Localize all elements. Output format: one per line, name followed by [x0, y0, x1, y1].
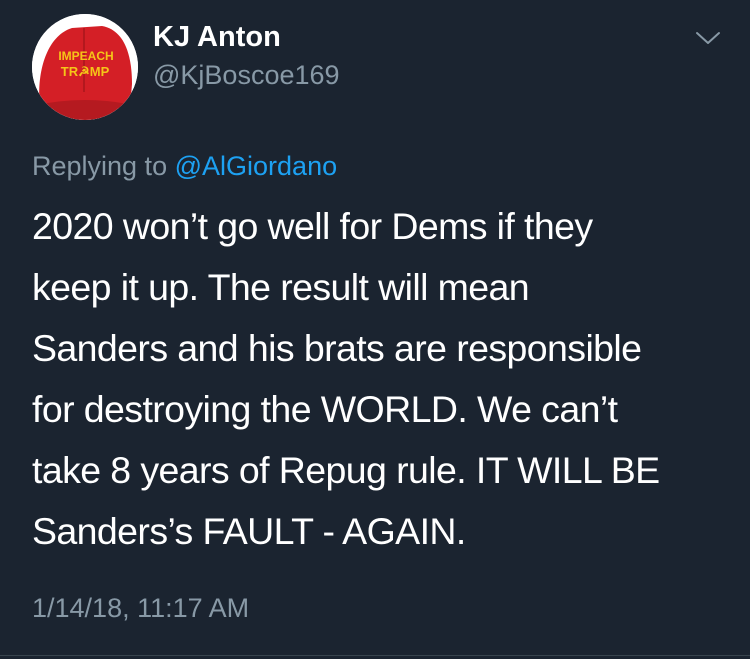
replying-to: Replying to @AlGiordano [32, 146, 337, 186]
user-handle[interactable]: @KjBoscoe169 [153, 56, 340, 94]
user-block[interactable]: KJ Anton @KjBoscoe169 [153, 18, 340, 94]
tweet-text-line: take 8 years of Repug rule. IT WILL BE [32, 449, 660, 491]
chevron-down-icon[interactable] [694, 28, 722, 48]
tweet-timestamp[interactable]: 1/14/18, 11:17 AM [32, 588, 249, 628]
display-name[interactable]: KJ Anton [153, 18, 340, 56]
cap-text-line1: IMPEACH [58, 49, 113, 63]
tweet-text-line: for destroying the WORLD. We can’t [32, 388, 618, 430]
replying-to-label: Replying to [32, 151, 168, 181]
tweet-text-line: 2020 won’t go well for Dems if they [32, 205, 593, 247]
tweet-text: 2020 won’t go well for Dems if they keep… [32, 196, 732, 562]
cap-text-line2: TR☭MP [61, 64, 110, 79]
tweet-card: IMPEACH TR☭MP KJ Anton @KjBoscoe169 Repl… [0, 0, 750, 659]
tweet-text-line: Sanders’s FAULT - AGAIN. [32, 510, 466, 552]
reply-mention-link[interactable]: @AlGiordano [175, 151, 338, 181]
divider [0, 655, 750, 656]
red-cap-avatar-icon: IMPEACH TR☭MP [32, 14, 138, 120]
avatar[interactable]: IMPEACH TR☭MP [32, 14, 138, 120]
tweet-text-line: keep it up. The result will mean [32, 266, 530, 308]
tweet-text-line: Sanders and his brats are responsible [32, 327, 642, 369]
